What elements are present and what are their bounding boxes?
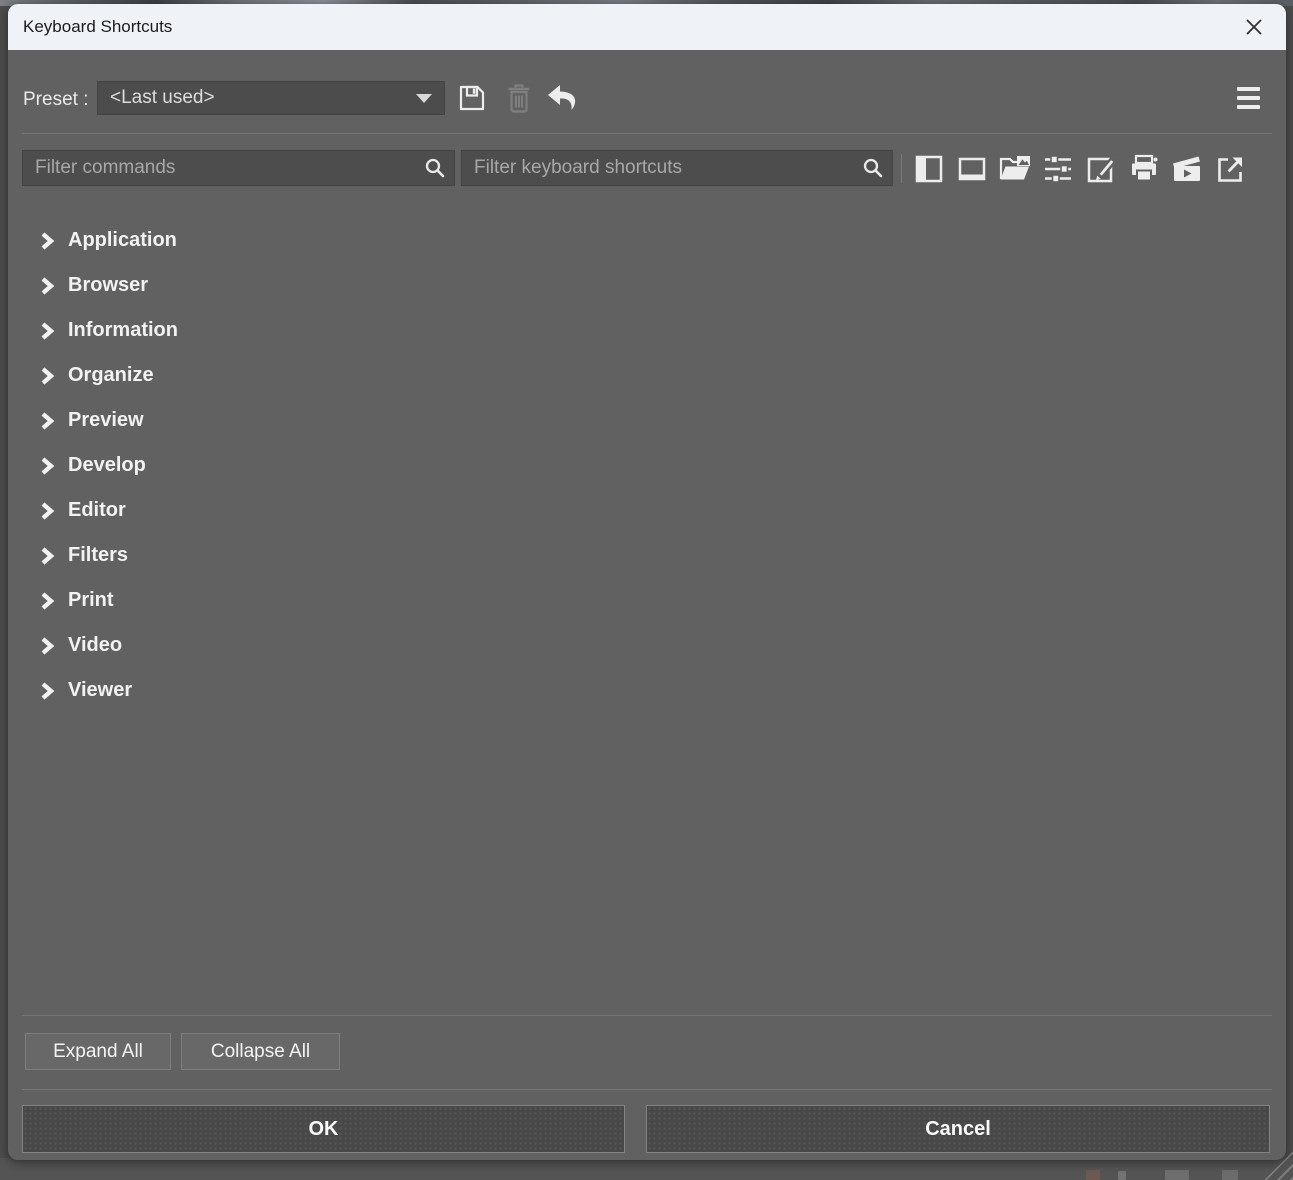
dialog-title: Keyboard Shortcuts: [23, 17, 172, 37]
tree-category-label: Information: [68, 319, 178, 342]
background-partial-icon: [1118, 1171, 1126, 1180]
chevron-right-icon[interactable]: [40, 546, 56, 566]
dialog-titlebar: Keyboard Shortcuts: [8, 4, 1286, 50]
filter-shortcuts-input[interactable]: [461, 150, 893, 186]
tree-category-label: Preview: [68, 409, 144, 432]
chevron-right-icon[interactable]: [40, 276, 56, 296]
undo-arrow-icon: [545, 82, 579, 114]
expand-all-button[interactable]: Expand All: [25, 1033, 171, 1070]
tree-category-row-browser[interactable]: Browser: [8, 263, 1286, 308]
tree-category-row-information[interactable]: Information: [8, 308, 1286, 353]
delete-preset-button[interactable]: [505, 83, 533, 114]
edit-pencil-button[interactable]: [1085, 153, 1116, 185]
video-clapper-button[interactable]: [1171, 153, 1202, 185]
mode-toolbar: [913, 153, 1245, 185]
printer-icon: [1128, 153, 1160, 185]
left-panel-view-button[interactable]: [913, 153, 944, 185]
tree-category-row-preview[interactable]: Preview: [8, 398, 1286, 443]
photos-folder-icon: [998, 153, 1032, 185]
chevron-right-icon[interactable]: [40, 411, 56, 431]
tree-category-row-application[interactable]: Application: [8, 218, 1286, 263]
filter-shortcuts-field: [461, 150, 893, 186]
chevron-right-icon[interactable]: [40, 321, 56, 341]
tree-category-row-filters[interactable]: Filters: [8, 533, 1286, 578]
edit-pencil-icon: [1085, 153, 1117, 185]
background-partial-icon: [1086, 1170, 1100, 1180]
photos-folder-button[interactable]: [999, 153, 1030, 185]
tree-category-label: Organize: [68, 364, 154, 387]
tree-category-row-video[interactable]: Video: [8, 623, 1286, 668]
tree-category-label: Editor: [68, 499, 126, 522]
external-link-icon: [1215, 154, 1245, 184]
tree-category-label: Application: [68, 229, 177, 252]
hamburger-menu-icon: [1237, 87, 1260, 109]
preset-label: Preset :: [23, 89, 88, 111]
save-preset-button[interactable]: [456, 82, 488, 114]
shortcut-category-tree: Application Browser Information Organize: [8, 218, 1286, 713]
background-partial-icon: [1165, 1170, 1189, 1180]
collapse-all-button[interactable]: Collapse All: [181, 1033, 340, 1070]
tree-category-row-organize[interactable]: Organize: [8, 353, 1286, 398]
filter-commands-input[interactable]: [22, 150, 455, 186]
dialog-menu-button[interactable]: [1237, 87, 1260, 109]
tree-category-row-viewer[interactable]: Viewer: [8, 668, 1286, 713]
tree-category-row-develop[interactable]: Develop: [8, 443, 1286, 488]
chevron-right-icon[interactable]: [40, 501, 56, 521]
left-panel-view-icon: [914, 154, 944, 184]
tree-category-label: Browser: [68, 274, 148, 297]
cancel-button[interactable]: Cancel: [646, 1105, 1270, 1153]
chevron-right-icon[interactable]: [40, 231, 56, 251]
separator: [22, 1015, 1272, 1016]
chevron-right-icon[interactable]: [40, 366, 56, 386]
video-clapper-icon: [1170, 153, 1204, 185]
close-icon: [1244, 17, 1264, 37]
chevron-right-icon[interactable]: [40, 681, 56, 701]
background-partial-icon: [1222, 1170, 1238, 1180]
tree-category-label: Print: [68, 589, 114, 612]
chevron-right-icon[interactable]: [40, 591, 56, 611]
separator: [22, 1089, 1272, 1090]
tree-category-label: Filters: [68, 544, 128, 567]
close-button[interactable]: [1240, 13, 1268, 41]
keyboard-shortcuts-dialog: Keyboard Shortcuts Preset : <Last used>: [8, 4, 1286, 1160]
external-link-button[interactable]: [1214, 153, 1245, 185]
separator: [901, 154, 902, 183]
tree-category-label: Viewer: [68, 679, 132, 702]
chevron-right-icon[interactable]: [40, 456, 56, 476]
trash-icon: [505, 83, 533, 114]
background-status-strip: [0, 1158, 1293, 1180]
chevron-down-icon: [416, 94, 432, 103]
floppy-disk-icon: [456, 82, 488, 114]
tree-category-label: Video: [68, 634, 122, 657]
tree-category-row-print[interactable]: Print: [8, 578, 1286, 623]
separator: [22, 133, 1272, 134]
ok-button[interactable]: OK: [22, 1105, 625, 1153]
chevron-right-icon[interactable]: [40, 636, 56, 656]
tree-category-label: Develop: [68, 454, 146, 477]
preset-dropdown[interactable]: <Last used>: [97, 81, 445, 115]
viewer-frame-icon: [957, 154, 987, 184]
viewer-frame-button[interactable]: [956, 153, 987, 185]
filter-commands-field: [22, 150, 455, 186]
reset-preset-button[interactable]: [545, 82, 579, 114]
develop-sliders-button[interactable]: [1042, 153, 1073, 185]
preset-dropdown-value: <Last used>: [110, 87, 416, 109]
develop-sliders-icon: [1042, 153, 1074, 185]
tree-category-row-editor[interactable]: Editor: [8, 488, 1286, 533]
print-button[interactable]: [1128, 153, 1159, 185]
